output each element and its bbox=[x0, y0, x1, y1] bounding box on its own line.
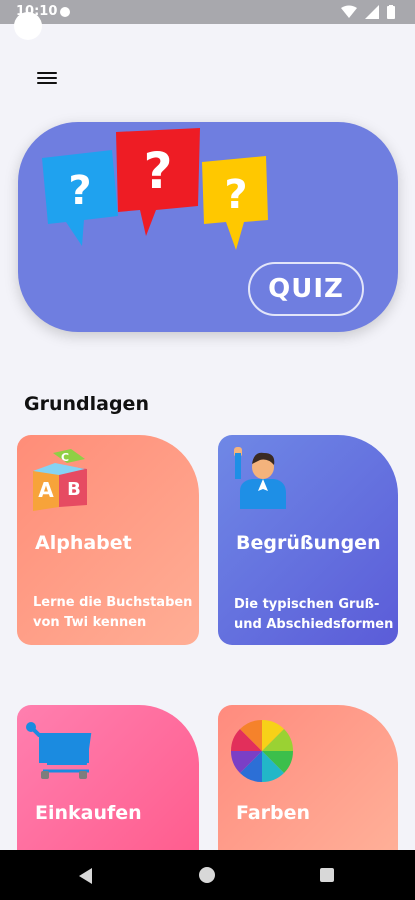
card-description-1: Lerne die Buchstaben bbox=[33, 595, 193, 610]
svg-text:B: B bbox=[67, 479, 81, 500]
question-bubbles-icon: ? ? ? bbox=[42, 128, 268, 250]
menu-bar bbox=[37, 72, 57, 74]
svg-text:?: ? bbox=[143, 142, 172, 200]
status-icons bbox=[341, 5, 395, 19]
floating-bubble-icon[interactable] bbox=[14, 12, 42, 40]
svg-text:?: ? bbox=[68, 168, 91, 214]
svg-text:C: C bbox=[61, 451, 69, 464]
menu-button[interactable] bbox=[37, 70, 57, 86]
card-title: Alphabet bbox=[35, 532, 132, 554]
waving-person-icon bbox=[234, 447, 286, 509]
card-description-2: von Twi kennen bbox=[33, 615, 147, 630]
card-colors[interactable]: Farben bbox=[218, 705, 398, 865]
recent-apps-icon[interactable] bbox=[320, 868, 334, 882]
back-icon[interactable] bbox=[79, 868, 92, 884]
home-icon[interactable] bbox=[199, 867, 215, 883]
abc-blocks-icon: C A B bbox=[33, 449, 87, 511]
card-title: Farben bbox=[236, 802, 311, 824]
menu-bar bbox=[37, 82, 57, 84]
quiz-banner[interactable]: ? ? ? QUIZ bbox=[18, 122, 398, 332]
card-alphabet[interactable]: C A B Alphabet Lerne die Buchstaben von … bbox=[17, 435, 199, 645]
color-wheel-icon bbox=[230, 719, 294, 783]
svg-text:A: A bbox=[38, 478, 54, 502]
card-title: Einkaufen bbox=[35, 802, 142, 824]
battery-icon bbox=[387, 5, 395, 19]
status-bar: 10:10 bbox=[0, 0, 415, 24]
notification-icon bbox=[60, 7, 70, 17]
shopping-cart-icon bbox=[26, 722, 92, 779]
quiz-button[interactable]: QUIZ bbox=[248, 262, 364, 316]
menu-bar bbox=[37, 77, 57, 79]
card-shopping[interactable]: Einkaufen bbox=[17, 705, 199, 865]
signal-icon bbox=[365, 5, 379, 19]
wifi-icon bbox=[341, 5, 357, 18]
card-description-2: und Abschiedsformen bbox=[234, 617, 394, 632]
card-greetings[interactable]: Begrüßungen Die typischen Gruß- und Absc… bbox=[218, 435, 398, 645]
card-title: Begrüßungen bbox=[236, 532, 381, 554]
card-description-1: Die typischen Gruß- bbox=[234, 597, 380, 612]
section-title: Grundlagen bbox=[24, 393, 149, 415]
svg-text:?: ? bbox=[224, 172, 247, 218]
